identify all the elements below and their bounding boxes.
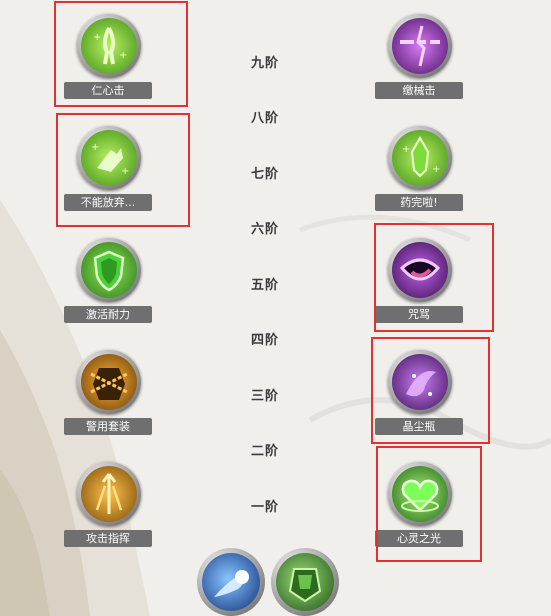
skill-label: 攻击指挥 xyxy=(64,530,152,547)
skill-node[interactable]: + + 药完啦! xyxy=(371,118,471,218)
tier-label: 三阶 xyxy=(250,389,279,404)
skill-node[interactable]: 缴械击 xyxy=(371,6,471,106)
svg-text:+: + xyxy=(432,164,440,175)
highlight-box xyxy=(376,446,482,562)
skill-label: 警用套装 xyxy=(64,418,152,435)
skill-label: 激活耐力 xyxy=(64,306,152,323)
tier-label: 七阶 xyxy=(250,167,279,182)
tier-label: 一阶 xyxy=(250,500,279,515)
tier-label: 六阶 xyxy=(250,222,279,237)
skill-label: 药完啦! xyxy=(375,194,463,211)
highlight-box xyxy=(54,1,188,107)
highlight-box xyxy=(56,113,190,227)
green-armor-icon xyxy=(288,568,322,603)
chained-armor-icon xyxy=(90,368,128,400)
tier-label: 五阶 xyxy=(250,278,279,293)
tier-label: 四阶 xyxy=(250,333,279,348)
blue-comet-icon xyxy=(214,570,249,597)
highlight-box xyxy=(371,337,490,444)
skill-node[interactable]: 攻击指挥 xyxy=(60,454,160,554)
tier-label: 八阶 xyxy=(250,111,279,126)
skill-node[interactable]: 警用套装 xyxy=(60,342,160,442)
arrows-command-icon xyxy=(95,473,123,514)
skill-node[interactable]: 激活耐力 xyxy=(60,230,160,330)
shield-icon xyxy=(93,250,125,292)
bottom-skill-node[interactable] xyxy=(197,548,265,616)
broken-chain-icon xyxy=(400,25,440,67)
skill-label: 缴械击 xyxy=(375,82,463,99)
highlight-box xyxy=(374,223,494,332)
empty-potion-icon: ++ xyxy=(402,135,440,178)
svg-text:+: + xyxy=(402,144,410,155)
tier-label: 二阶 xyxy=(250,444,279,459)
bottom-skill-node[interactable] xyxy=(271,548,339,616)
tier-label: 九阶 xyxy=(250,56,279,71)
